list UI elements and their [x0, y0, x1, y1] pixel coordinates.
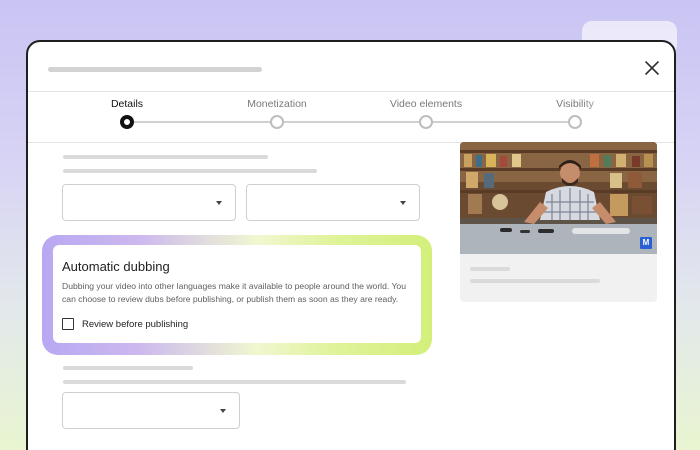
- step-monetization-label: Monetization: [247, 98, 307, 110]
- stepper: Details Monetization Video elements Visi…: [28, 91, 674, 143]
- step-visibility-label: Visibility: [556, 98, 594, 110]
- preview-value-placeholder: [470, 279, 600, 283]
- step-monetization-dot: [270, 115, 284, 129]
- chevron-down-icon: [400, 201, 406, 205]
- video-preview-card: M: [460, 142, 657, 302]
- step-details-label: Details: [110, 98, 144, 110]
- step-visibility[interactable]: Visibility: [520, 92, 630, 144]
- dropdown-right[interactable]: [246, 184, 420, 221]
- preview-label-placeholder: [470, 267, 510, 271]
- dropdown-bottom[interactable]: [62, 392, 240, 429]
- field-hint-placeholder-2: [63, 380, 406, 384]
- field-label-placeholder: [63, 155, 268, 159]
- step-video-elements[interactable]: Video elements: [371, 92, 481, 144]
- chevron-down-icon: [220, 409, 226, 413]
- dubbing-title: Automatic dubbing: [62, 259, 170, 274]
- dialog-title-placeholder: [48, 67, 262, 72]
- review-before-publishing-option[interactable]: Review before publishing: [62, 318, 412, 330]
- close-icon: [645, 61, 659, 75]
- step-video-elements-label: Video elements: [389, 98, 463, 110]
- dropdown-left[interactable]: [62, 184, 236, 221]
- video-thumbnail-image: [460, 142, 657, 254]
- step-visibility-dot: [568, 115, 582, 129]
- review-checkbox-label: Review before publishing: [82, 318, 189, 330]
- dubbing-description: Dubbing your video into other languages …: [62, 281, 406, 304]
- close-button[interactable]: [639, 55, 665, 81]
- step-details[interactable]: Details: [72, 92, 182, 144]
- video-thumbnail[interactable]: M: [460, 142, 657, 254]
- stepper-track: [126, 121, 570, 123]
- step-video-elements-dot: [419, 115, 433, 129]
- chevron-down-icon: [216, 201, 222, 205]
- step-monetization[interactable]: Monetization: [222, 92, 332, 144]
- step-details-dot: [120, 115, 134, 129]
- review-checkbox[interactable]: [62, 318, 74, 330]
- field-hint-placeholder: [63, 169, 317, 173]
- badge-icon: M: [640, 237, 652, 249]
- field-label-placeholder-2: [63, 366, 193, 370]
- automatic-dubbing-card: Automatic dubbing Dubbing your video int…: [53, 245, 421, 343]
